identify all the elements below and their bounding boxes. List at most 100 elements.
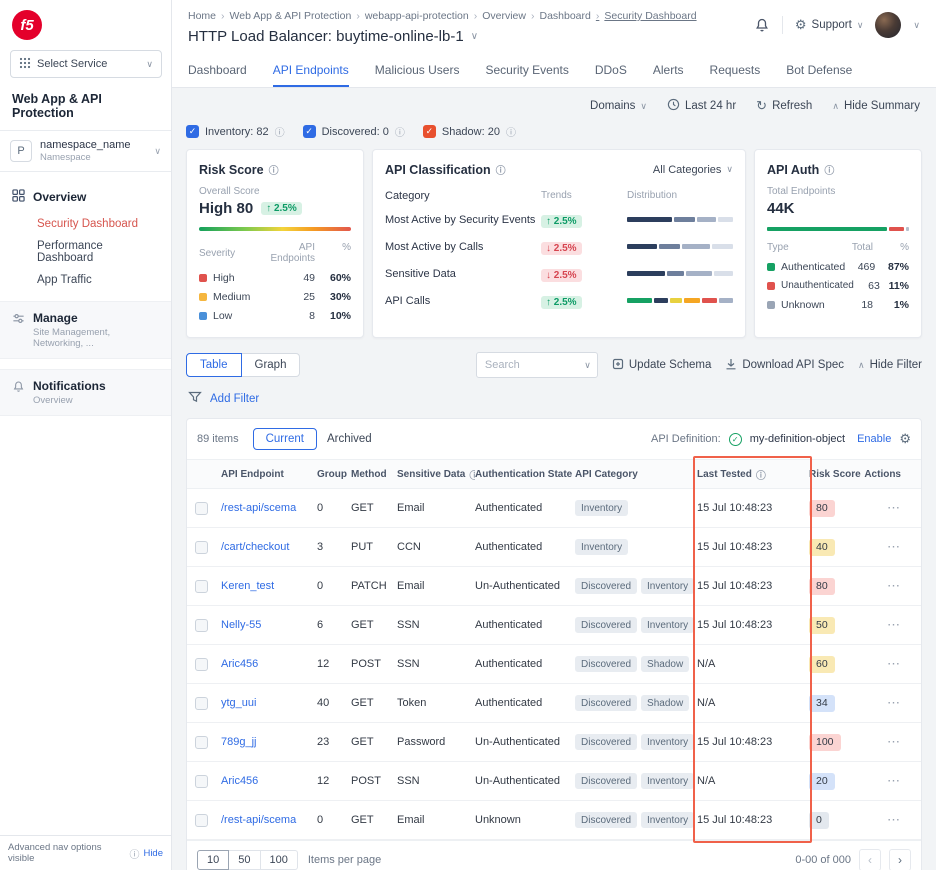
row-actions-button[interactable]: ⋯ (887, 812, 901, 828)
row-checkbox[interactable] (195, 775, 208, 788)
current-toggle-button[interactable]: Current (253, 428, 317, 450)
last-tested-cell: 15 Jul 10:48:23 (697, 736, 809, 748)
hide-nav-link[interactable]: Hide (143, 848, 163, 859)
tab-dashboard[interactable]: Dashboard (188, 54, 247, 87)
breadcrumb-dashboard[interactable]: Dashboard (526, 10, 591, 22)
next-page-button[interactable]: › (889, 849, 911, 870)
filter-inventory[interactable]: Inventory: 82 ⓘ (186, 124, 285, 139)
endpoint-link[interactable]: /rest-api/scema (221, 814, 296, 826)
sidebar-item-manage[interactable]: Manage Site Management, Networking, ... (0, 301, 171, 359)
endpoint-link[interactable]: /cart/checkout (221, 541, 289, 553)
api-definition-value[interactable]: my-definition-object (750, 433, 845, 445)
namespace-selector[interactable]: P namespace_name Namespace ∨ (0, 130, 171, 172)
sidebar-item-app-traffic[interactable]: App Traffic (0, 269, 171, 291)
page-size-10[interactable]: 10 (197, 850, 229, 870)
download-api-spec-button[interactable]: Download API Spec (725, 358, 844, 373)
all-categories-dropdown[interactable]: All Categories ∨ (653, 164, 733, 176)
row-checkbox[interactable] (195, 580, 208, 593)
row-actions-button[interactable]: ⋯ (887, 539, 901, 555)
search-input[interactable] (476, 352, 598, 378)
tab-malicious-users[interactable]: Malicious Users (375, 54, 460, 87)
row-actions-button[interactable]: ⋯ (887, 617, 901, 633)
page-size-100[interactable]: 100 (261, 850, 298, 870)
row-checkbox[interactable] (195, 814, 208, 827)
col-risk-score[interactable]: Risk Score (809, 469, 863, 480)
filter-discovered[interactable]: Discovered: 0 ⓘ (303, 124, 405, 139)
row-actions-button[interactable]: ⋯ (887, 500, 901, 516)
endpoint-link[interactable]: 789g_jj (221, 736, 256, 748)
row-actions-button[interactable]: ⋯ (887, 773, 901, 789)
select-service-button[interactable]: Select Service ∨ (10, 50, 162, 78)
user-menu-chevron-down-icon[interactable]: ∨ (913, 20, 920, 31)
endpoint-link[interactable]: Keren_test (221, 580, 274, 592)
table-row: Aric456 12 POST SSN Un-Authenticated Dis… (187, 762, 921, 801)
sidebar-item-notifications[interactable]: Notifications Overview (0, 369, 171, 416)
time-range-selector[interactable]: Last 24 hr (667, 98, 736, 114)
col-api-category[interactable]: API Category (575, 469, 697, 480)
checkbox-checked[interactable] (423, 125, 436, 138)
endpoint-link[interactable]: Nelly-55 (221, 619, 261, 631)
refresh-button[interactable]: ↻ Refresh (756, 98, 812, 114)
row-checkbox[interactable] (195, 619, 208, 632)
breadcrumb-waap[interactable]: Web App & API Protection (216, 10, 351, 22)
col-api-endpoint[interactable]: API Endpoint (221, 469, 317, 480)
col-last-tested[interactable]: Last Testedⓘ (697, 467, 809, 482)
col-group[interactable]: Group (317, 469, 351, 480)
domains-dropdown[interactable]: Domains ∨ (590, 100, 647, 112)
page-size-50[interactable]: 50 (229, 850, 260, 870)
col-method[interactable]: Method (351, 469, 397, 480)
col-sensitive-data[interactable]: Sensitive Dataⓘ (397, 467, 475, 482)
row-checkbox[interactable] (195, 697, 208, 710)
table-settings-gear-icon[interactable]: ⚙ (899, 431, 911, 447)
hide-summary-button[interactable]: ∧ Hide Summary (832, 100, 920, 112)
breadcrumb-security-dashboard[interactable]: Security Dashboard (591, 10, 697, 22)
tab-requests[interactable]: Requests (710, 54, 761, 87)
tab-security-events[interactable]: Security Events (485, 54, 568, 87)
row-checkbox[interactable] (195, 658, 208, 671)
row-checkbox[interactable] (195, 502, 208, 515)
endpoint-link[interactable]: Aric456 (221, 775, 258, 787)
row-actions-button[interactable]: ⋯ (887, 734, 901, 750)
info-icon[interactable]: ⓘ (496, 162, 506, 177)
prev-page-button[interactable]: ‹ (859, 849, 881, 870)
endpoint-link[interactable]: ytg_uui (221, 697, 256, 709)
checkbox-checked[interactable] (186, 125, 199, 138)
row-actions-button[interactable]: ⋯ (887, 578, 901, 594)
add-filter-button[interactable]: Add Filter (210, 393, 259, 405)
support-menu-button[interactable]: ⚙ Support ∨ (795, 17, 864, 33)
col-authentication-state[interactable]: Authentication Stateⓘ (475, 467, 575, 482)
breadcrumb-overview[interactable]: Overview (469, 10, 526, 22)
info-icon[interactable]: ⓘ (269, 162, 279, 177)
title-chevron-down-icon[interactable]: ∨ (471, 31, 478, 42)
hide-filter-button[interactable]: ∧ Hide Filter (858, 359, 922, 371)
endpoint-link[interactable]: /rest-api/scema (221, 502, 296, 514)
endpoint-link[interactable]: Aric456 (221, 658, 258, 670)
update-schema-button[interactable]: Update Schema (612, 358, 711, 373)
breadcrumb-webapp-api-protection[interactable]: webapp-api-protection (351, 10, 468, 22)
enable-link[interactable]: Enable (857, 433, 891, 445)
filter-shadow[interactable]: Shadow: 20 ⓘ (423, 124, 516, 139)
tab-bot-defense[interactable]: Bot Defense (786, 54, 852, 87)
info-icon[interactable]: ⓘ (824, 162, 834, 177)
sidebar-item-security-dashboard[interactable]: Security Dashboard (0, 213, 171, 235)
user-avatar[interactable] (875, 12, 901, 38)
table-view-button[interactable]: Table (186, 353, 242, 377)
checkbox-checked[interactable] (303, 125, 316, 138)
breadcrumb-home[interactable]: Home (188, 10, 216, 22)
sidebar-item-overview[interactable]: Overview (0, 180, 171, 213)
notifications-bell-button[interactable] (754, 17, 770, 33)
tab-api-endpoints[interactable]: API Endpoints (273, 54, 349, 87)
method-cell: GET (351, 619, 397, 631)
row-checkbox[interactable] (195, 736, 208, 749)
tab-alerts[interactable]: Alerts (653, 54, 684, 87)
sidebar-item-performance-dashboard[interactable]: Performance Dashboard (0, 235, 171, 269)
f5-logo[interactable]: f5 (12, 10, 42, 40)
search-chevron-down-icon[interactable]: ∨ (584, 360, 591, 371)
row-actions-button[interactable]: ⋯ (887, 695, 901, 711)
row-actions-button[interactable]: ⋯ (887, 656, 901, 672)
tab-ddos[interactable]: DDoS (595, 54, 627, 87)
archived-toggle-button[interactable]: Archived (327, 433, 372, 445)
auth-state-cell: Authenticated (475, 502, 575, 514)
row-checkbox[interactable] (195, 541, 208, 554)
graph-view-button[interactable]: Graph (242, 353, 301, 377)
